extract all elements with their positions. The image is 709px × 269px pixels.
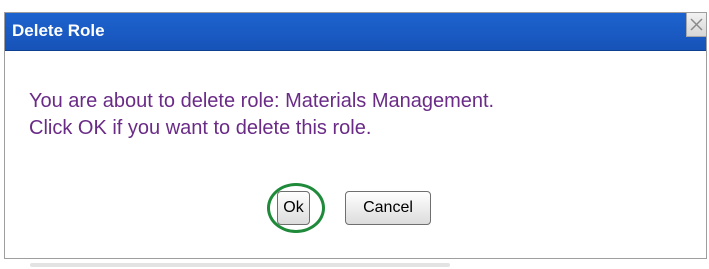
close-icon	[690, 18, 703, 31]
ok-highlight-ring	[267, 183, 325, 233]
dialog-title: Delete Role	[12, 21, 105, 40]
message-line-2: Click OK if you want to delete this role…	[29, 117, 372, 139]
delete-role-dialog: Delete Role You are about to delete role…	[4, 12, 707, 259]
dialog-message: You are about to delete role: Materials …	[29, 88, 494, 142]
background-text-ghost	[30, 263, 450, 267]
background-page	[0, 259, 709, 269]
dialog-titlebar: Delete Role	[5, 13, 706, 51]
message-line-1: You are about to delete role: Materials …	[29, 90, 495, 112]
cancel-button[interactable]: Cancel	[345, 191, 431, 225]
close-button[interactable]	[686, 13, 706, 37]
